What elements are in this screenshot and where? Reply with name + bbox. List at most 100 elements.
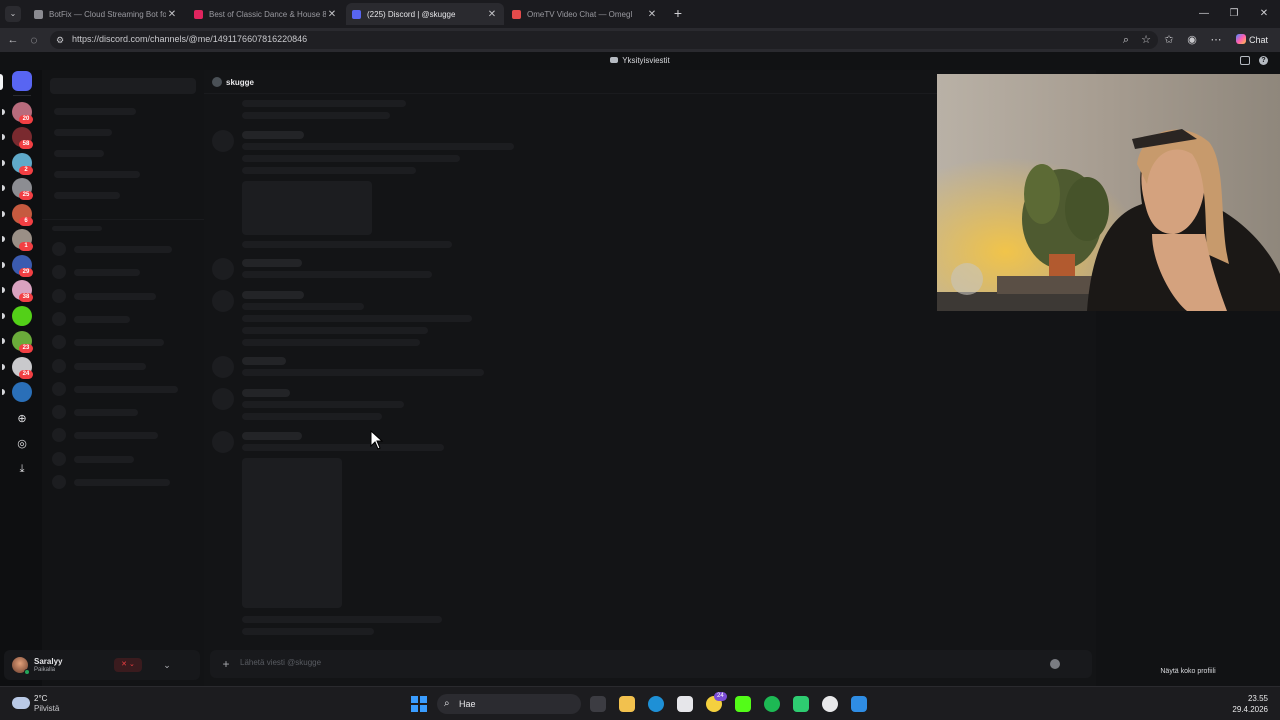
recipient-name[interactable]: skugge [226,78,254,87]
server-mention-badge: 38 [19,293,33,302]
server-icon[interactable] [12,306,32,326]
snipping-tool-icon[interactable] [851,696,867,712]
copilot-chat-button[interactable]: Chat [1232,32,1272,48]
add-server-icon[interactable]: ⊕ [15,412,29,426]
loading-avatar-skeleton [212,356,234,378]
task-view-icon[interactable] [590,696,606,712]
find-conversation-placeholder [50,78,196,94]
clock-date[interactable]: 29.4.2026 [1232,705,1268,714]
close-tab-icon[interactable]: ✕ [326,9,338,20]
search-label: Hae [459,699,476,709]
close-window-icon[interactable]: ✕ [1256,6,1272,22]
minimize-icon[interactable]: — [1196,6,1212,22]
edge-browser-icon[interactable] [648,696,664,712]
discover-icon[interactable]: ◎ [15,437,29,451]
streamer-app-icon[interactable] [793,696,809,712]
message-composer[interactable]: + Lähetä viesti @skugge [210,650,1092,678]
close-tab-icon[interactable]: ✕ [646,9,658,20]
taskbar-search[interactable]: ⌕ Hae [437,694,581,714]
unread-indicator [2,262,5,268]
weather-temperature[interactable]: 2°C [34,694,47,703]
message-input[interactable]: Lähetä viesti @skugge [240,658,321,667]
emoji-icon[interactable] [1050,659,1060,669]
back-arrow-icon[interactable]: ← [5,32,21,48]
file-explorer-icon[interactable] [619,696,635,712]
loading-skeleton [54,150,104,157]
clock-time[interactable]: 23.55 [1248,694,1268,703]
loading-image-skeleton [242,181,372,235]
chevron-down-icon[interactable]: ⌄ [160,658,174,672]
server-list: 20 58 2 25 6 1 29 38 23 24 ⊕ ◎ ⤓ [0,70,42,686]
recipient-avatar[interactable] [212,77,222,87]
unread-indicator [2,134,5,140]
loading-skeleton [54,129,112,136]
browser-tab[interactable]: Best of Classic Dance & House 80 ✕ [188,3,344,25]
loading-skeleton [74,339,164,347]
loading-avatar-skeleton [52,335,66,350]
weather-description[interactable]: Pilvistä [34,704,59,713]
address-bar[interactable]: ⚙ https://discord.com/channels/@me/14911… [50,31,1158,49]
start-windows-icon[interactable] [411,696,427,712]
loading-avatar-skeleton [212,388,234,410]
zoom-icon[interactable]: ⌕ [1118,32,1134,48]
profile-icon[interactable]: ◉ [1184,32,1200,48]
restore-icon[interactable]: ❐ [1226,6,1242,22]
server-mention-badge: 23 [19,344,33,353]
more-options-icon[interactable]: ⋯ [1208,32,1224,48]
loading-skeleton [242,413,382,420]
server-mention-badge: 24 [19,370,33,379]
windows-taskbar: 2°C Pilvistä ⌕ Hae 24 23.55 29.4.2026 [0,686,1280,720]
close-tab-icon[interactable]: ✕ [166,9,178,20]
loading-skeleton [242,167,416,174]
cloud-weather-icon[interactable] [12,697,30,709]
user-name[interactable]: Saralyy [34,657,62,666]
active-indicator [0,74,3,90]
inbox-icon[interactable] [1240,56,1250,65]
online-status-icon [24,669,30,675]
loading-avatar-skeleton [212,130,234,152]
unread-indicator [2,109,5,115]
favorites-icon[interactable]: ✩ [1161,32,1177,48]
loading-skeleton [74,292,156,300]
kick-app-icon[interactable] [735,696,751,712]
loading-skeleton [242,432,302,440]
copilot-icon [1236,34,1246,44]
loading-stop-icon[interactable]: ◌ [26,32,42,48]
favorite-star-icon[interactable]: ☆ [1138,32,1154,48]
browser-tab-active[interactable]: (225) Discord | @skugge ✕ [346,3,504,25]
unread-indicator [2,364,5,370]
botfix-favicon-icon [34,9,43,19]
user-status: Paikalla [34,667,56,673]
site-info-icon[interactable]: ⚙ [52,32,68,48]
server-icon[interactable] [12,382,32,402]
loading-image-skeleton [242,458,342,608]
direct-messages-icon[interactable] [12,71,32,91]
ometv-favicon-icon [512,9,521,19]
url-text: https://discord.com/channels/@me/1491176… [72,34,308,44]
attach-plus-icon[interactable]: + [218,656,234,672]
mute-mic-button[interactable]: ✕ ⌄ [114,658,142,672]
chat-button-label: Chat [1249,35,1269,45]
spotify-icon[interactable] [764,696,780,712]
help-icon[interactable]: ? [1259,56,1268,65]
loading-avatar-skeleton [52,475,66,489]
new-tab-button[interactable]: + [670,5,686,21]
loading-skeleton [242,112,390,119]
tab-list-button[interactable]: ⌄ [5,6,21,22]
loading-skeleton [242,143,514,150]
loading-skeleton [74,269,140,277]
server-mention-badge: 58 [19,140,33,149]
loading-skeleton [242,369,484,376]
microsoft-store-icon[interactable] [677,696,693,712]
webcam-app-icon[interactable] [822,696,838,712]
close-tab-icon[interactable]: ✕ [486,9,498,20]
browser-tab[interactable]: OmeTV Video Chat — Omegl ✕ [506,3,664,25]
download-icon[interactable]: ⤓ [15,462,29,476]
server-mention-badge: 2 [19,166,33,175]
browser-tab[interactable]: BotFix — Cloud Streaming Bot for ✕ [28,3,184,25]
search-icon: ⌕ [444,698,450,709]
loading-avatar-skeleton [52,242,66,256]
loading-skeleton [54,108,136,115]
tab-title: BotFix — Cloud Streaming Bot for [49,9,166,19]
view-full-profile-link[interactable]: Näytä koko profiili [1096,668,1280,675]
